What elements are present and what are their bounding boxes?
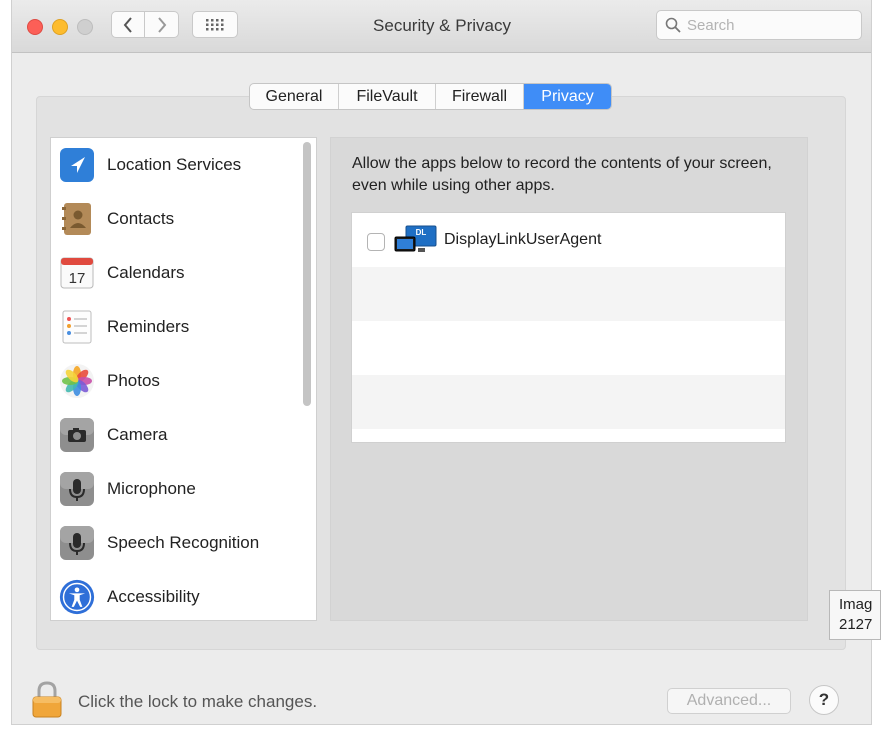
chevron-right-icon [157,16,166,33]
help-button[interactable]: ? [809,685,839,715]
lock-message: Click the lock to make changes. [78,692,318,711]
title-bar: Security & Privacy [12,0,871,53]
sidebar-item-camera[interactable]: Camera [51,408,301,462]
tooltip-line: Imag [839,596,873,613]
displaylink-icon-text: DL [416,228,427,237]
sidebar-item-label: Camera [107,425,168,444]
sidebar-scrollbar[interactable] [303,142,311,406]
tab-filevault[interactable]: FileVault [339,84,436,109]
sidebar-item-reminders[interactable]: Reminders [51,300,301,354]
search-input[interactable] [687,16,847,34]
displaylink-icon: DL [394,225,438,260]
sidebar-item-label: Location Services [107,155,242,174]
lock-icon [32,681,62,718]
app-list[interactable]: DL DisplayLinkUserAgent [351,212,786,443]
tab-bar: General FileVault Firewall Privacy [249,83,612,110]
camera-icon [59,417,95,453]
photos-flower-icon [59,363,95,399]
calendar-day-text: 17 [69,270,86,287]
empty-row [352,267,785,321]
tab-general[interactable]: General [250,84,339,109]
zoom-button[interactable] [77,19,93,35]
empty-row [352,375,785,429]
screen-recording-description: Allow the apps below to record the conte… [352,155,772,194]
reminders-list-icon [59,309,95,345]
close-button[interactable] [27,19,43,35]
sidebar-item-contacts[interactable]: Contacts [51,192,301,246]
list-item[interactable]: DL DisplayLinkUserAgent [352,213,785,267]
chevron-left-icon [123,16,132,33]
lock-button[interactable] [31,680,63,725]
sidebar-item-label: Speech Recognition [107,533,260,552]
minimize-button[interactable] [52,19,68,35]
show-all-button[interactable] [192,11,238,38]
sidebar-item-label: Reminders [107,317,190,336]
tooltip: Imag 2127 [829,590,881,640]
speech-recognition-icon [59,525,95,561]
app-enable-checkbox[interactable] [367,233,385,251]
microphone-icon [59,471,95,507]
location-arrow-icon [59,147,95,183]
back-button[interactable] [111,11,145,38]
sidebar-item-label: Accessibility [107,587,200,606]
contacts-book-icon [59,201,95,237]
sidebar-item-label: Photos [107,371,160,390]
sidebar-item-label: Contacts [107,209,175,228]
sidebar-item-accessibility[interactable]: Accessibility [51,570,301,620]
tab-privacy[interactable]: Privacy [524,84,611,109]
sidebar-item-calendars[interactable]: 17 Calendars [51,246,301,300]
sidebar-item-speech-recognition[interactable]: Speech Recognition [51,516,301,570]
calendar-icon: 17 [59,255,95,291]
search-icon [665,17,681,33]
sidebar-item-photos[interactable]: Photos [51,354,301,408]
tab-firewall[interactable]: Firewall [436,84,524,109]
window-title: Security & Privacy [373,16,511,35]
sidebar-item-label: Calendars [107,263,185,282]
sidebar-item-label: Microphone [107,479,196,498]
accessibility-icon [59,579,95,615]
forward-button[interactable] [145,11,179,38]
search-field[interactable] [656,10,862,40]
grid-icon [206,18,224,30]
privacy-category-list[interactable]: Location Services Contacts 17 Calendars … [50,137,317,621]
sidebar-item-microphone[interactable]: Microphone [51,462,301,516]
app-name: DisplayLinkUserAgent [444,231,602,248]
empty-row [352,321,785,375]
tooltip-line: 2127 [839,616,873,633]
empty-row [352,429,785,442]
advanced-button[interactable]: Advanced... [667,688,791,714]
sidebar-item-location-services[interactable]: Location Services [51,138,301,192]
